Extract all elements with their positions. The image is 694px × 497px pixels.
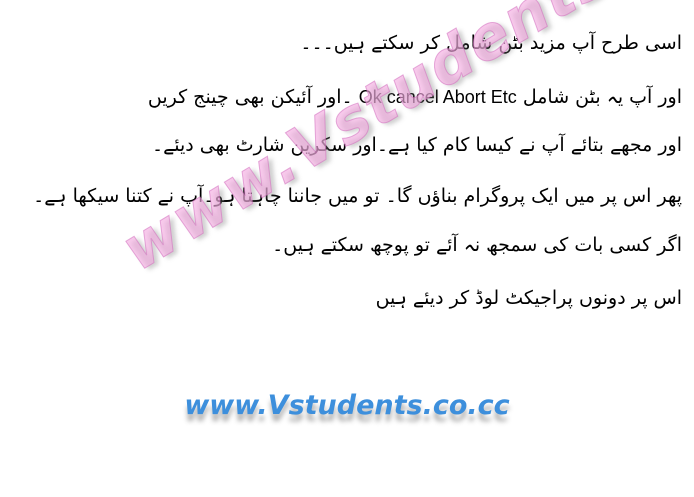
text-line-2-end: ۔اور آئیکن بھی چینج کریں	[147, 86, 353, 108]
document-page: اسی طرح آپ مزید بٹن شامل کر سکتے ہیں۔۔۔ …	[0, 0, 694, 497]
text-line-3: اور مجھے بتائے آپ نے کیسا کام کیا ہے۔اور…	[151, 134, 682, 156]
text-line-1: اسی طرح آپ مزید بٹن شامل کر سکتے ہیں۔۔۔	[300, 32, 682, 54]
text-line-2-start: اور آپ یہ بٹن شامل	[522, 86, 682, 108]
text-line-4: پھر اس پر میں ایک پروگرام بناؤں گا۔ تو م…	[33, 185, 682, 207]
text-line-5: اگر کسی بات کی سمجھ نہ آئے تو پوچھ سکتے …	[272, 234, 682, 256]
text-line-6: اس پر دونوں پراجیکٹ لوڈ کر دیئے ہیں	[375, 287, 682, 309]
button-names-text: Ok cancel Abort Etc	[358, 87, 517, 107]
website-link[interactable]: www.Vstudents.co.cc	[0, 390, 694, 421]
text-line-2: اور آپ یہ بٹن شامل Ok cancel Abort Etc ۔…	[148, 84, 682, 110]
